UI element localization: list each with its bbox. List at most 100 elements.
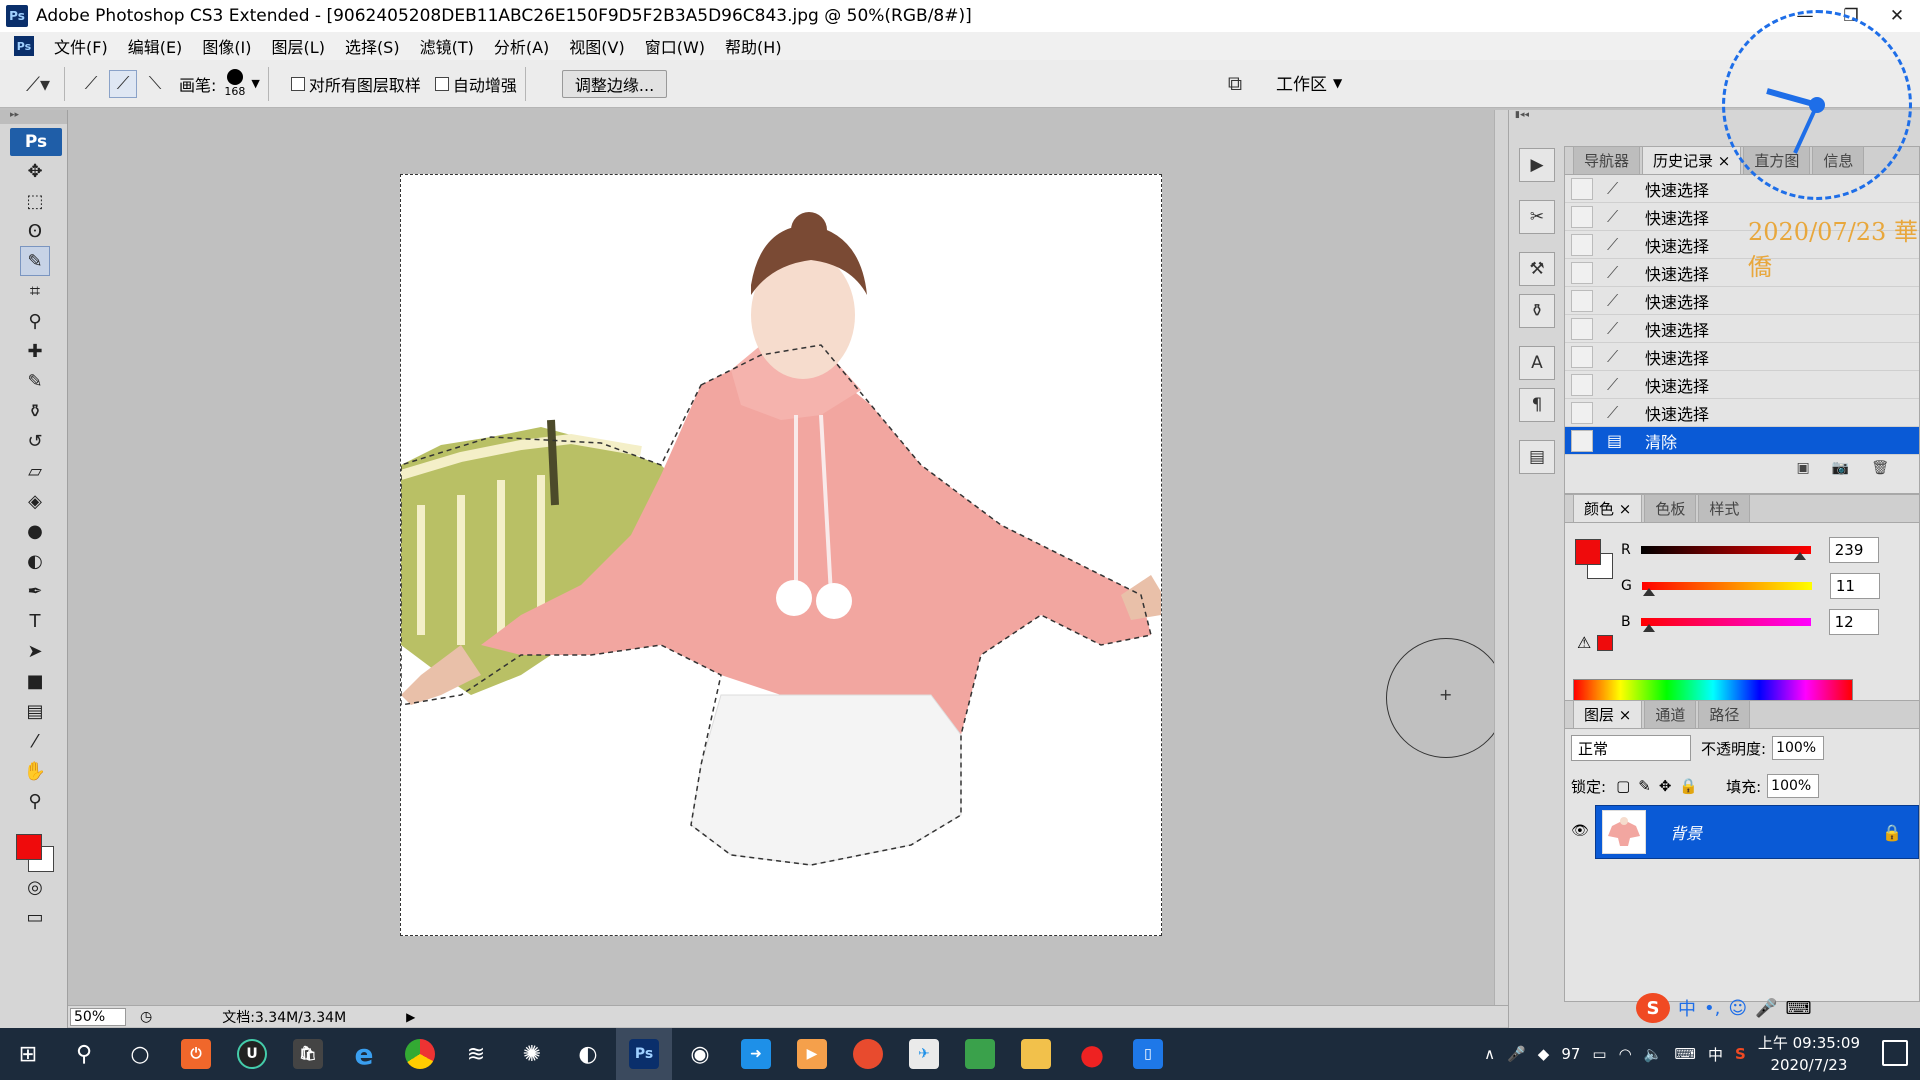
history-item[interactable]: ⟋ 快速选择 bbox=[1565, 343, 1919, 371]
menu-help[interactable]: 帮助(H) bbox=[725, 34, 782, 58]
lock-transparent-icon[interactable]: ▢ bbox=[1616, 777, 1630, 795]
history-item[interactable]: ⟋ 快速选择 bbox=[1565, 399, 1919, 427]
ime-punct-icon[interactable]: •, bbox=[1704, 998, 1720, 1019]
quick-selection-tool-icon[interactable]: ✎ bbox=[20, 246, 50, 276]
history-item[interactable]: ▤ 清除 bbox=[1565, 427, 1919, 455]
quick-mask-icon[interactable]: ◎ bbox=[20, 872, 50, 902]
r-slider-handle[interactable] bbox=[1794, 552, 1807, 560]
brush-picker[interactable]: 168 bbox=[224, 69, 245, 98]
status-arrow-icon[interactable]: ▶ bbox=[406, 1010, 415, 1024]
ime-mode[interactable]: 中 bbox=[1678, 995, 1696, 1021]
menu-select[interactable]: 选择(S) bbox=[345, 34, 400, 58]
foreground-color-swatch[interactable] bbox=[16, 834, 42, 860]
clone-source-icon[interactable]: ⚱ bbox=[1519, 294, 1555, 328]
blend-mode-select[interactable]: 正常 bbox=[1571, 735, 1691, 761]
start-button[interactable]: ⊞ bbox=[0, 1028, 56, 1080]
status-menu-icon[interactable]: ◷ bbox=[140, 1009, 152, 1025]
zoom-field[interactable]: 50% bbox=[70, 1007, 126, 1026]
tab-layers[interactable]: 图层 × bbox=[1573, 700, 1643, 728]
paragraph-icon[interactable]: ¶ bbox=[1519, 388, 1555, 422]
new-document-from-state-icon[interactable]: ▣ bbox=[1797, 460, 1810, 476]
toolbox-grip[interactable]: ▸▸ bbox=[0, 110, 67, 124]
ime-indicator[interactable]: 中 bbox=[1708, 1044, 1723, 1065]
eraser-tool-icon[interactable]: ▱ bbox=[20, 456, 50, 486]
add-to-selection-mode-button[interactable]: ⟋ bbox=[109, 69, 137, 98]
history-item[interactable]: ⟋ 快速选择 bbox=[1565, 371, 1919, 399]
cortana-icon[interactable]: ○ bbox=[112, 1028, 168, 1080]
notes-tool-icon[interactable]: ▤ bbox=[20, 696, 50, 726]
lock-all-icon[interactable]: 🔒 bbox=[1679, 777, 1698, 795]
refine-edge-button[interactable]: 调整边缘... bbox=[561, 69, 668, 98]
app-menu-icon[interactable]: Ps bbox=[14, 36, 34, 56]
menu-image[interactable]: 图像(I) bbox=[202, 34, 251, 58]
gamut-swatch[interactable] bbox=[1597, 635, 1613, 651]
tab-color[interactable]: 颜色 × bbox=[1573, 494, 1643, 522]
app-orange-icon[interactable]: ⏻ bbox=[168, 1028, 224, 1080]
ime-keyboard-icon[interactable]: ⌨ bbox=[1786, 998, 1812, 1019]
paint-bucket-tool-icon[interactable]: ◈ bbox=[20, 486, 50, 516]
vertical-scrollbar[interactable] bbox=[1494, 110, 1508, 1005]
tab-paths[interactable]: 路径 bbox=[1698, 700, 1751, 728]
history-source-checkbox[interactable] bbox=[1571, 401, 1593, 424]
history-item[interactable]: ⟋ 快速选择 bbox=[1565, 287, 1919, 315]
history-source-checkbox[interactable] bbox=[1571, 289, 1593, 312]
tray-expand-icon[interactable]: ∧ bbox=[1484, 1045, 1495, 1063]
keyboard-icon[interactable]: ⌨ bbox=[1674, 1045, 1696, 1063]
g-value[interactable]: 11 bbox=[1829, 573, 1880, 599]
brush-tool-icon[interactable]: ✎ bbox=[20, 366, 50, 396]
subtract-selection-mode-button[interactable]: ⟍ bbox=[141, 70, 169, 98]
app-camera-icon[interactable]: ◉ bbox=[672, 1028, 728, 1080]
notification-icon[interactable] bbox=[1882, 1040, 1908, 1066]
brushes-icon[interactable]: ⚒ bbox=[1519, 252, 1555, 286]
sample-all-layers-checkbox[interactable]: 对所有图层取样 bbox=[290, 72, 421, 96]
app-phone-icon[interactable]: ▯ bbox=[1120, 1028, 1176, 1080]
app-arrow-icon[interactable]: ➜ bbox=[728, 1028, 784, 1080]
ime-emoji-icon[interactable]: ☺ bbox=[1728, 998, 1747, 1019]
canvas-area[interactable] bbox=[68, 110, 1506, 1005]
menu-edit[interactable]: 编辑(E) bbox=[128, 34, 183, 58]
ime-voice-icon[interactable]: 🎤 bbox=[1755, 998, 1777, 1019]
color-foreground-swatch[interactable] bbox=[1575, 539, 1601, 565]
volume-icon[interactable]: 🔈 bbox=[1644, 1045, 1663, 1063]
file-explorer-icon[interactable] bbox=[1008, 1028, 1064, 1080]
dodge-tool-icon[interactable]: ◐ bbox=[20, 546, 50, 576]
app-green-icon[interactable] bbox=[952, 1028, 1008, 1080]
tray-app-icon[interactable]: ◆ bbox=[1538, 1045, 1550, 1063]
clone-stamp-tool-icon[interactable]: ⚱ bbox=[20, 396, 50, 426]
hand-tool-icon[interactable]: ✋ bbox=[20, 756, 50, 786]
history-source-checkbox[interactable] bbox=[1571, 317, 1593, 340]
lock-move-icon[interactable]: ✥ bbox=[1659, 777, 1672, 795]
menu-window[interactable]: 窗口(W) bbox=[645, 34, 705, 58]
eye-icon[interactable]: 👁 bbox=[1571, 823, 1589, 839]
history-source-checkbox[interactable] bbox=[1571, 373, 1593, 396]
layer-row-background[interactable]: 背景 🔒 bbox=[1595, 805, 1919, 859]
tool-preset-picker[interactable]: ⟋▾ bbox=[20, 69, 56, 99]
taskbar-clock[interactable]: 上午 09:35:09 2020/7/23 bbox=[1758, 1032, 1860, 1076]
tab-swatches[interactable]: 色板 bbox=[1644, 494, 1697, 522]
menu-filter[interactable]: 滤镜(T) bbox=[420, 34, 474, 58]
app-fruit-icon[interactable]: ◐ bbox=[560, 1028, 616, 1080]
b-slider[interactable] bbox=[1640, 618, 1811, 632]
history-source-checkbox[interactable] bbox=[1571, 233, 1593, 256]
app-u-icon[interactable]: U bbox=[224, 1028, 280, 1080]
type-tool-icon[interactable]: T bbox=[20, 606, 50, 636]
marquee-tool-icon[interactable]: ⬚ bbox=[20, 186, 50, 216]
app-wave-icon[interactable]: ≋ bbox=[448, 1028, 504, 1080]
opacity-field[interactable]: 100% bbox=[1772, 736, 1825, 760]
actions-icon[interactable]: ▶ bbox=[1519, 148, 1555, 182]
menu-layer[interactable]: 图层(L) bbox=[272, 34, 325, 58]
wifi-icon[interactable]: ◠ bbox=[1619, 1045, 1632, 1063]
history-source-checkbox[interactable] bbox=[1571, 429, 1593, 452]
tab-channels[interactable]: 通道 bbox=[1644, 700, 1697, 728]
tool-presets-icon[interactable]: ✂ bbox=[1519, 200, 1555, 234]
app-feather-icon[interactable]: ✈ bbox=[896, 1028, 952, 1080]
sogou-ime-icon[interactable]: S bbox=[1636, 993, 1670, 1023]
lock-paint-icon[interactable]: ✎ bbox=[1638, 777, 1651, 795]
crop-tool-icon[interactable]: ⌗ bbox=[20, 276, 50, 306]
ps-badge[interactable]: Ps bbox=[10, 128, 62, 156]
new-snapshot-icon[interactable]: 📷 bbox=[1832, 460, 1849, 476]
history-brush-tool-icon[interactable]: ↺ bbox=[20, 426, 50, 456]
lasso-tool-icon[interactable]: ʘ bbox=[20, 216, 50, 246]
menu-view[interactable]: 视图(V) bbox=[569, 34, 624, 58]
video-player-icon[interactable]: ▶ bbox=[784, 1028, 840, 1080]
